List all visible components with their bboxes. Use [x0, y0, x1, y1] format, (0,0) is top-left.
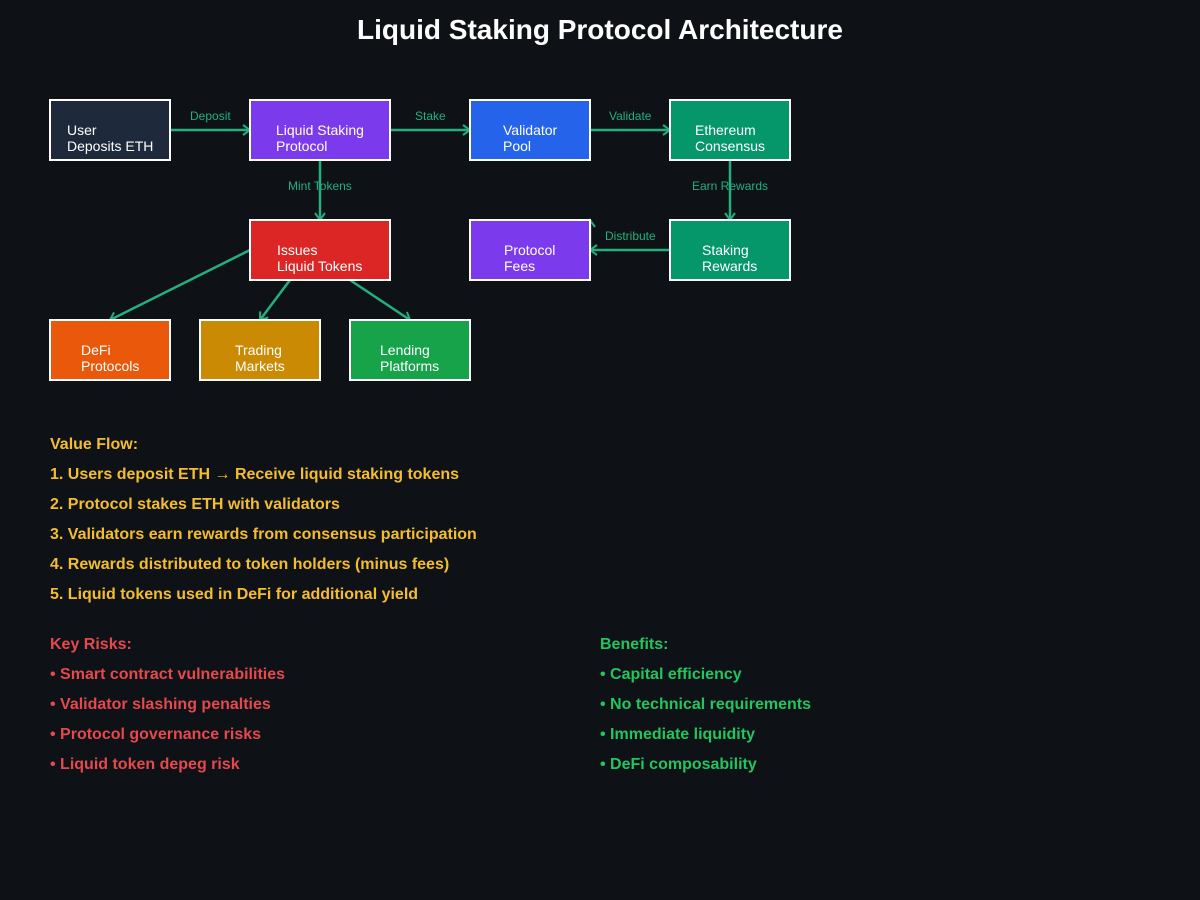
- node-trading-markets: Trading Markets: [199, 319, 321, 381]
- node-label: Validator: [503, 122, 558, 138]
- value-flow-item: 4. Rewards distributed to token holders …: [50, 556, 450, 573]
- edge-to-lending: [349, 278, 412, 322]
- node-label: Issues: [277, 242, 317, 258]
- risk-item: • Smart contract vulnerabilities: [50, 666, 286, 683]
- node-label: Lending: [380, 342, 430, 358]
- edges: [108, 124, 736, 323]
- edge-label-earn-rewards: Earn Rewards: [692, 179, 768, 193]
- key-risks-heading: Key Risks:: [50, 636, 132, 653]
- node-ethereum-consensus: Ethereum Consensus: [669, 99, 791, 161]
- benefit-item: • Capital efficiency: [600, 666, 742, 683]
- value-flow-section: Value Flow: 1. Users deposit ETH → Recei…: [50, 436, 477, 616]
- node-label: Trading: [235, 342, 282, 358]
- node-label: Protocol: [504, 242, 555, 258]
- benefit-item: • No technical requirements: [600, 696, 811, 713]
- edge-label-mint-tokens: Mint Tokens: [288, 179, 352, 193]
- benefit-item: • Immediate liquidity: [600, 726, 755, 743]
- value-flow-item: 2. Protocol stakes ETH with validators: [50, 496, 340, 513]
- edge-label-validate: Validate: [609, 109, 652, 123]
- node-label: Pool: [503, 138, 531, 154]
- node-validator-pool: Validator Pool: [469, 99, 591, 161]
- node-label: Protocol: [276, 138, 327, 154]
- node-liquid-staking-protocol: Liquid Staking Protocol: [249, 99, 391, 161]
- benefits-heading: Benefits:: [600, 636, 669, 653]
- node-issues-liquid-tokens: Issues Liquid Tokens: [249, 219, 391, 281]
- risk-item: • Validator slashing penalties: [50, 696, 271, 713]
- node-label: DeFi: [81, 342, 111, 358]
- node-defi-protocols: DeFi Protocols: [49, 319, 171, 381]
- node-label: User: [67, 122, 97, 138]
- node-label: Consensus: [695, 138, 765, 154]
- edge-label-stake: Stake: [415, 109, 446, 123]
- risk-item: • Protocol governance risks: [50, 726, 262, 743]
- node-label: Protocols: [81, 358, 139, 374]
- node-label: Fees: [504, 258, 535, 274]
- value-flow-item: 3. Validators earn rewards from consensu…: [50, 526, 477, 543]
- node-label: Staking: [702, 242, 749, 258]
- node-staking-rewards: Staking Rewards: [669, 219, 791, 281]
- value-flow-item: 5. Liquid tokens used in DeFi for additi…: [50, 586, 419, 603]
- edge-label-distribute: Distribute: [605, 229, 656, 243]
- node-protocol-fees: Protocol Fees: [469, 219, 591, 281]
- node-label: Liquid Staking: [276, 122, 364, 138]
- edge-to-defi: [108, 248, 251, 323]
- node-label: Platforms: [380, 358, 439, 374]
- benefit-item: • DeFi composability: [600, 756, 757, 773]
- value-flow-heading: Value Flow:: [50, 436, 139, 453]
- edge-label-deposit: Deposit: [190, 109, 231, 123]
- node-label: Markets: [235, 358, 285, 374]
- edge-to-trading: [258, 279, 291, 322]
- architecture-diagram: Deposit Stake Validate Mint Tokens Earn …: [49, 99, 791, 381]
- node-label: Rewards: [702, 258, 757, 274]
- node-label: Ethereum: [695, 122, 756, 138]
- node-label: Deposits ETH: [67, 138, 153, 154]
- key-risks-section: Key Risks: • Smart contract vulnerabilit…: [50, 636, 285, 786]
- value-flow-item: 1. Users deposit ETH → Receive liquid st…: [50, 466, 460, 483]
- node-user: User Deposits ETH: [49, 99, 171, 161]
- node-label: Liquid Tokens: [277, 258, 362, 274]
- benefits-section: Benefits: • Capital efficiency • No tech…: [600, 636, 811, 786]
- risk-item: • Liquid token depeg risk: [50, 756, 240, 773]
- node-lending-platforms: Lending Platforms: [349, 319, 471, 381]
